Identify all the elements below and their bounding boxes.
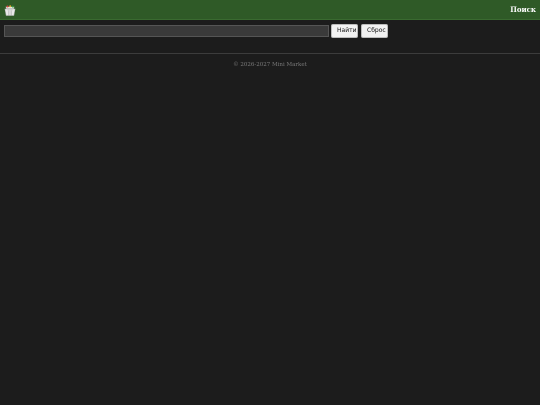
- find-button[interactable]: Найти: [331, 24, 358, 38]
- search-form: Найти Сброс: [4, 24, 536, 38]
- footer-divider: [0, 53, 540, 54]
- search-input[interactable]: [4, 25, 329, 37]
- top-navigation-bar: Поиск: [0, 0, 540, 20]
- footer-copyright: © 2026-2027 Mini Market: [233, 62, 307, 68]
- reset-button[interactable]: Сброс: [361, 24, 388, 38]
- nav-search-link[interactable]: Поиск: [510, 4, 536, 16]
- shopping-basket-icon[interactable]: [3, 3, 17, 17]
